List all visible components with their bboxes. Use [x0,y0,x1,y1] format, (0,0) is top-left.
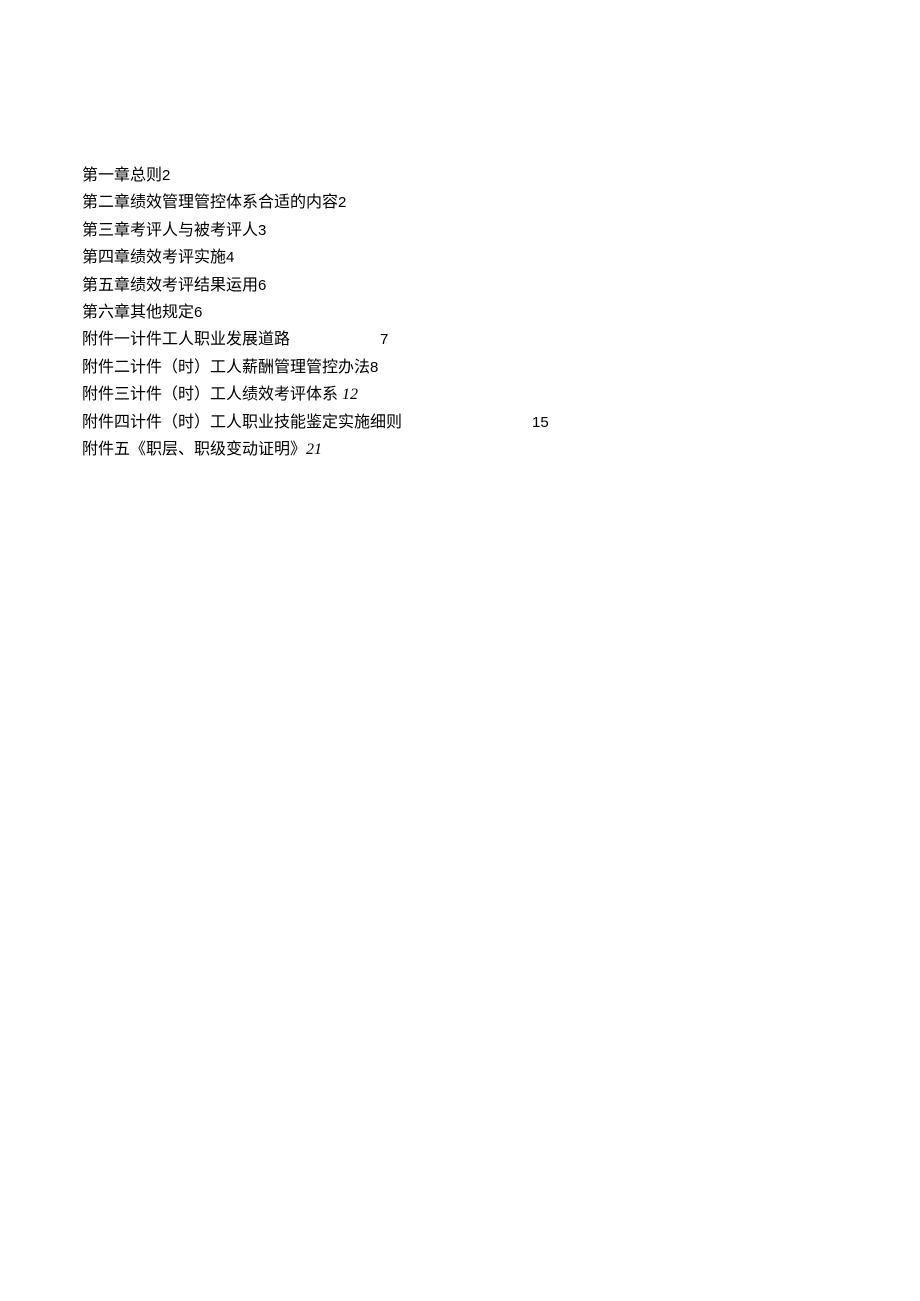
toc-label: 第四章绩效考评实施 [82,249,226,266]
toc-label: 附件三计件（时）工人绩效考评体系 [82,386,338,403]
toc-page-number: 4 [226,249,234,266]
toc-entry: 第二章绩效管理管控体系合适的内容2 [82,190,840,216]
toc-label: 第五章绩效考评结果运用 [82,277,258,294]
toc-label: 附件一计件工人职业发展道路 [82,331,290,348]
toc-page-number: 6 [258,277,266,294]
toc-entry: 第三章考评人与被考评人3 [82,218,840,244]
toc-entry: 第五章绩效考评结果运用6 [82,273,840,299]
toc-label: 第三章考评人与被考评人 [82,222,258,239]
toc-entry: 附件五《职层、职级变动证明》21 [82,437,840,463]
toc-page-number: 6 [194,304,202,321]
toc-entry: 第一章总则2 [82,163,840,189]
toc-page-number: 8 [370,359,378,376]
toc-page-number: 7 [380,331,388,348]
toc-label: 附件四计件（时）工人职业技能鉴定实施细则 [82,414,402,431]
toc-label: 第一章总则 [82,167,162,184]
toc-page-number: 3 [258,222,266,239]
toc-label: 第六章其他规定 [82,304,194,321]
toc-entry: 附件四计件（时）工人职业技能鉴定实施细则 15 [82,410,840,436]
toc-label: 附件五《职层、职级变动证明》 [82,441,306,458]
toc-page-number: 2 [338,194,346,211]
toc-label: 附件二计件（时）工人薪酬管理管控办法 [82,359,370,376]
toc-entry: 第四章绩效考评实施4 [82,245,840,271]
toc-entry: 附件三计件（时）工人绩效考评体系 12 [82,382,840,408]
toc-page-number: 15 [532,414,549,431]
toc-page-number: 12 [342,386,358,403]
toc-entry: 附件二计件（时）工人薪酬管理管控办法8 [82,355,840,381]
document-page: 第一章总则2 第二章绩效管理管控体系合适的内容2 第三章考评人与被考评人3 第四… [0,0,920,544]
toc-entry: 附件一计件工人职业发展道路 7 [82,327,840,353]
toc-label: 第二章绩效管理管控体系合适的内容 [82,194,338,211]
toc-entry: 第六章其他规定6 [82,300,840,326]
toc-page-number: 21 [306,441,322,458]
toc-page-number: 2 [162,167,170,184]
